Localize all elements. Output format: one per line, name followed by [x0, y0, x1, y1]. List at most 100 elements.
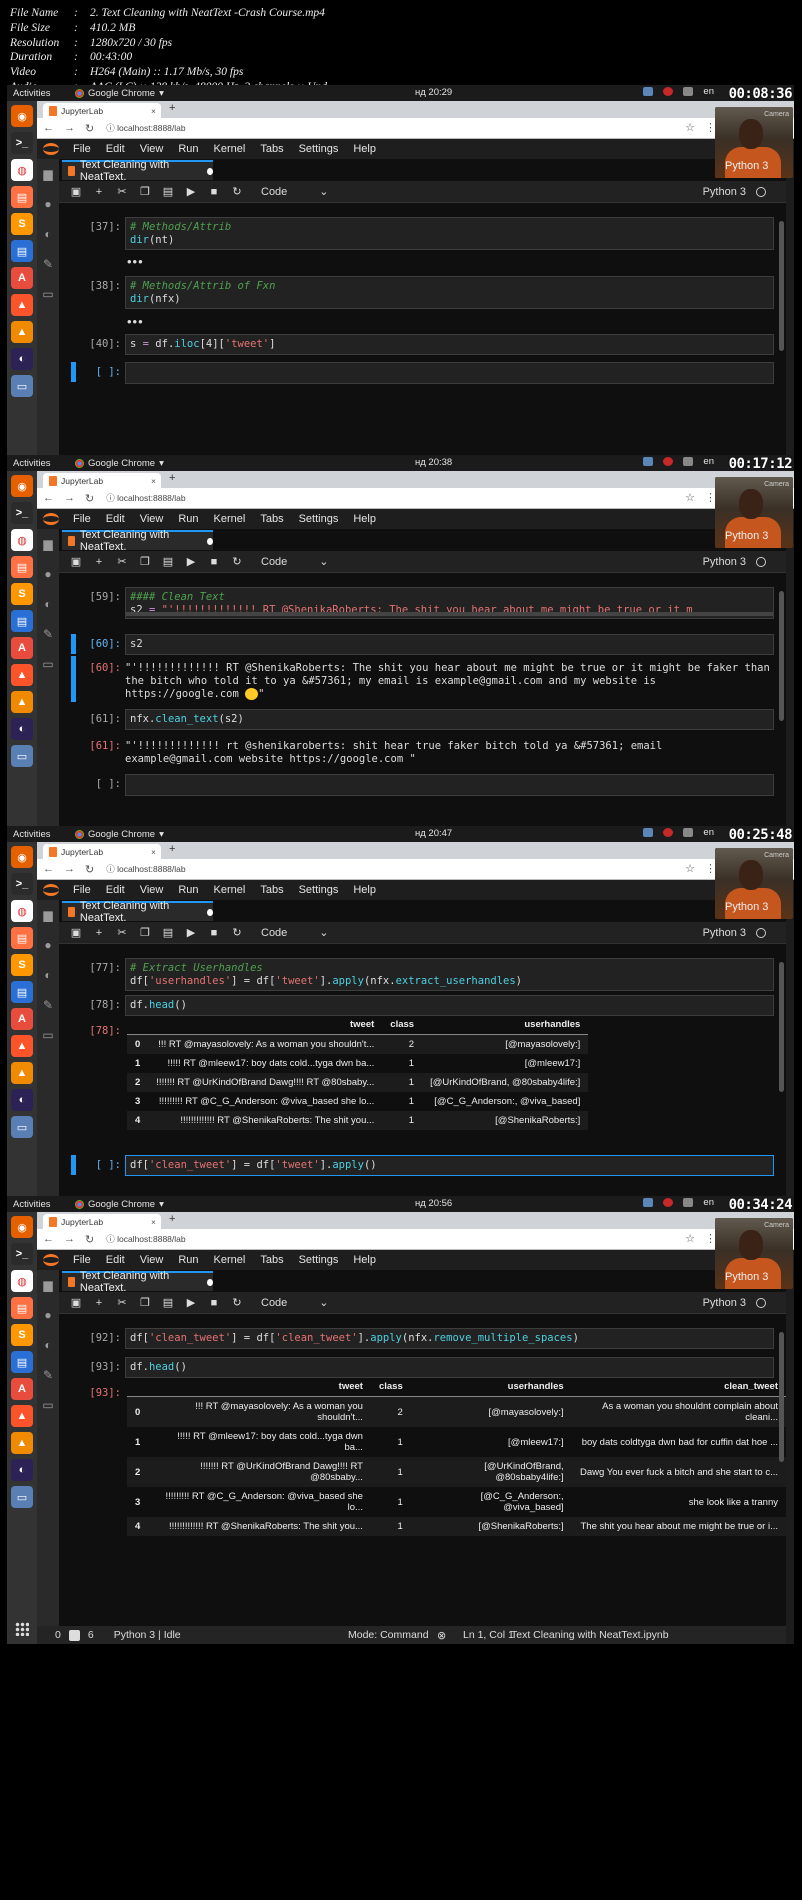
files-icon[interactable]: ▤	[11, 556, 33, 578]
stop-icon[interactable]: ■	[208, 927, 220, 939]
software-center-icon[interactable]: A	[11, 267, 33, 289]
kernel-name[interactable]: Python 3	[703, 927, 746, 939]
menu-edit[interactable]: Edit	[106, 513, 125, 525]
save-icon[interactable]: ▣	[70, 185, 82, 198]
paste-icon[interactable]: ▤	[162, 1296, 174, 1309]
brave-icon[interactable]: ▲	[11, 294, 33, 316]
chrome-icon[interactable]: ◍	[11, 159, 33, 181]
firefox-icon[interactable]: ◉	[11, 1216, 33, 1238]
menu-run[interactable]: Run	[178, 143, 198, 155]
code-cell-input[interactable]: df.head()	[125, 995, 774, 1016]
code-cell-input[interactable]: #### Clean Text s2 = "'!!!!!!!!!!!!! RT @…	[125, 587, 774, 619]
run-icon[interactable]: ▶	[185, 185, 197, 198]
tabs-icon[interactable]: ▭	[42, 287, 53, 301]
run-icon[interactable]: ▶	[185, 555, 197, 568]
close-icon[interactable]: ×	[151, 106, 156, 116]
sublime-icon[interactable]: S	[11, 954, 33, 976]
close-icon[interactable]: ×	[151, 1217, 156, 1227]
menu-help[interactable]: Help	[353, 513, 376, 525]
star-icon[interactable]: ☆	[685, 491, 695, 504]
menu-edit[interactable]: Edit	[106, 143, 125, 155]
star-icon[interactable]: ☆	[685, 121, 695, 134]
scrollbar[interactable]	[779, 1332, 784, 1462]
firefox-icon[interactable]: ◉	[11, 846, 33, 868]
kernel-name[interactable]: Python 3	[703, 1297, 746, 1309]
code-cell-input[interactable]	[125, 774, 774, 796]
terminal-icon[interactable]: >_	[11, 502, 33, 524]
tray-app-icon[interactable]	[643, 87, 654, 96]
menu-settings[interactable]: Settings	[299, 1254, 339, 1266]
paste-icon[interactable]: ▤	[162, 926, 174, 939]
running-icon[interactable]: ●	[44, 938, 51, 952]
back-icon[interactable]: ←	[43, 1233, 54, 1246]
cut-icon[interactable]: ✂	[116, 1296, 128, 1309]
code-cell-input[interactable]: nfx.clean_text(s2)	[125, 709, 774, 730]
firefox-icon[interactable]: ◉	[11, 475, 33, 497]
menu-tabs[interactable]: Tabs	[260, 884, 283, 896]
scrollbar[interactable]	[779, 221, 784, 351]
code-cell-input[interactable]: # Methods/Attrib dir(nt)	[125, 217, 774, 250]
cut-icon[interactable]: ✂	[116, 185, 128, 198]
save-icon[interactable]: ▣	[70, 1296, 82, 1309]
folder-icon[interactable]: ▆	[43, 908, 52, 922]
chrome-icon[interactable]: ◍	[11, 1270, 33, 1292]
language-indicator[interactable]: en	[703, 86, 714, 97]
browser-tab[interactable]: JupyterLab ×	[43, 473, 161, 488]
menu-kernel[interactable]: Kernel	[214, 1254, 246, 1266]
software-center-icon[interactable]: A	[11, 1008, 33, 1030]
desktop-icon[interactable]: ▭	[11, 375, 33, 397]
eclipse-icon[interactable]: ◐	[11, 1089, 33, 1111]
unsaved-dot-icon[interactable]	[206, 537, 213, 545]
unsaved-dot-icon[interactable]	[206, 908, 213, 916]
sublime-icon[interactable]: S	[11, 583, 33, 605]
run-icon[interactable]: ▶	[185, 926, 197, 939]
run-icon[interactable]: ▶	[185, 1296, 197, 1309]
restart-icon[interactable]: ↻	[231, 555, 243, 568]
system-tray[interactable]: en	[643, 86, 714, 97]
menu-edit[interactable]: Edit	[106, 1254, 125, 1266]
copy-icon[interactable]: ❐	[139, 555, 151, 568]
new-tab-button[interactable]: +	[169, 102, 175, 114]
desktop-icon[interactable]: ▭	[11, 1116, 33, 1138]
cut-icon[interactable]: ✂	[116, 555, 128, 568]
back-icon[interactable]: ←	[43, 122, 54, 135]
browser-tab[interactable]: JupyterLab ×	[43, 103, 161, 118]
cut-icon[interactable]: ✂	[116, 926, 128, 939]
url-input[interactable]: ⓘ localhost:8888/lab	[106, 863, 185, 875]
new-tab-button[interactable]: +	[169, 843, 175, 855]
menu-file[interactable]: File	[73, 143, 91, 155]
restart-icon[interactable]: ↻	[231, 1296, 243, 1309]
running-icon[interactable]: ●	[44, 197, 51, 211]
menu-file[interactable]: File	[73, 1254, 91, 1266]
vlc-icon[interactable]: ▲	[11, 1432, 33, 1454]
app-menu[interactable]: Google Chrome ▾	[75, 829, 164, 840]
tray-dropbox-icon[interactable]	[683, 87, 694, 96]
reload-icon[interactable]: ↻	[85, 1233, 94, 1246]
cell-type-select[interactable]: Code ⌄	[261, 1296, 331, 1309]
collapsed-output[interactable]: •••	[127, 254, 144, 269]
folder-icon[interactable]: ▆	[43, 537, 52, 551]
copy-icon[interactable]: ❐	[139, 926, 151, 939]
unsaved-dot-icon[interactable]	[206, 167, 213, 175]
url-input[interactable]: ⓘ localhost:8888/lab	[106, 122, 185, 134]
tray-record-icon[interactable]	[663, 87, 674, 96]
horizontal-scrollbar[interactable]	[126, 612, 773, 616]
notebook-tab[interactable]: Text Cleaning with NeatText.	[62, 159, 213, 183]
code-cell-input[interactable]: s2	[125, 634, 774, 655]
close-icon[interactable]: ×	[151, 476, 156, 486]
menu-view[interactable]: View	[140, 884, 164, 896]
language-indicator[interactable]: en	[703, 456, 714, 467]
tray-record-icon[interactable]	[663, 1198, 674, 1207]
clock[interactable]: нд 20:29	[415, 87, 452, 98]
new-tab-button[interactable]: +	[169, 472, 175, 484]
star-icon[interactable]: ☆	[685, 1232, 695, 1245]
collapsed-output[interactable]: •••	[127, 314, 144, 329]
clock[interactable]: нд 20:47	[415, 828, 452, 839]
files-icon[interactable]: ▤	[11, 186, 33, 208]
menu-kernel[interactable]: Kernel	[214, 513, 246, 525]
eclipse-icon[interactable]: ◐	[11, 348, 33, 370]
url-input[interactable]: ⓘ localhost:8888/lab	[106, 1233, 185, 1245]
paste-icon[interactable]: ▤	[162, 185, 174, 198]
terminal-icon[interactable]: >_	[11, 873, 33, 895]
running-icon[interactable]: ●	[44, 567, 51, 581]
